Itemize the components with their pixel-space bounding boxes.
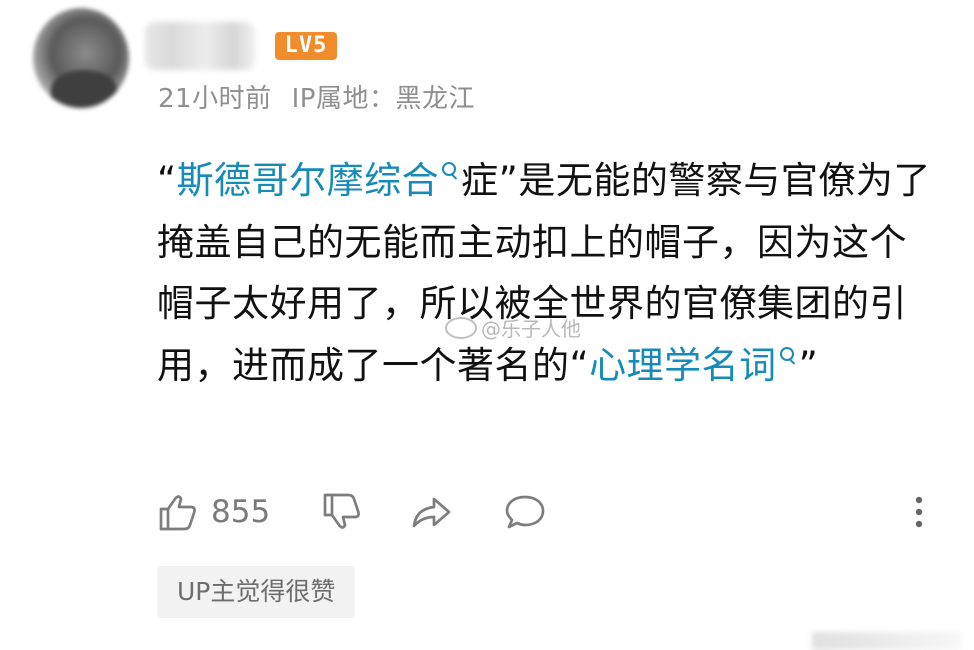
like-button[interactable]: 855 bbox=[157, 490, 270, 534]
more-icon bbox=[915, 496, 923, 528]
thumbs-up-icon bbox=[159, 495, 196, 531]
ip-location: IP属地：黑龙江 bbox=[291, 84, 475, 114]
comment-icon bbox=[505, 495, 545, 529]
keyword-link-1[interactable]: 斯德哥尔摩综合 bbox=[177, 159, 440, 202]
thumbs-down-icon bbox=[323, 493, 360, 529]
share-icon bbox=[412, 497, 451, 528]
weibo-icon bbox=[445, 317, 477, 339]
bottom-watermark bbox=[812, 632, 962, 650]
search-icon[interactable] bbox=[441, 161, 459, 183]
level-badge: LV5 bbox=[275, 32, 337, 60]
watermark: @乐子人他 bbox=[445, 313, 581, 342]
comment-meta: 21小时前 IP属地：黑龙江 bbox=[158, 78, 495, 115]
search-icon[interactable] bbox=[779, 346, 797, 368]
comment-actions: 855 bbox=[157, 490, 937, 534]
dislike-button[interactable] bbox=[321, 490, 363, 534]
up-liked-tag: UP主觉得很赞 bbox=[157, 566, 356, 618]
comment-time: 21小时前 bbox=[158, 84, 272, 114]
more-button[interactable] bbox=[911, 490, 927, 534]
username-blurred[interactable] bbox=[145, 22, 255, 70]
user-avatar[interactable] bbox=[33, 8, 129, 108]
keyword-link-2[interactable]: 心理学名词 bbox=[589, 344, 777, 387]
comment-part-3: ” bbox=[798, 343, 819, 387]
comment-text: “斯德哥尔摩综合 症”是无能的警察与官僚为了掩盖自己的无能而主动扣上的帽子，因为这… bbox=[157, 150, 937, 396]
comment-part-1: “ bbox=[157, 159, 177, 202]
reply-button[interactable] bbox=[503, 490, 547, 534]
watermark-text: @乐子人他 bbox=[481, 317, 581, 341]
share-button[interactable] bbox=[409, 490, 453, 534]
like-count: 855 bbox=[211, 494, 271, 530]
